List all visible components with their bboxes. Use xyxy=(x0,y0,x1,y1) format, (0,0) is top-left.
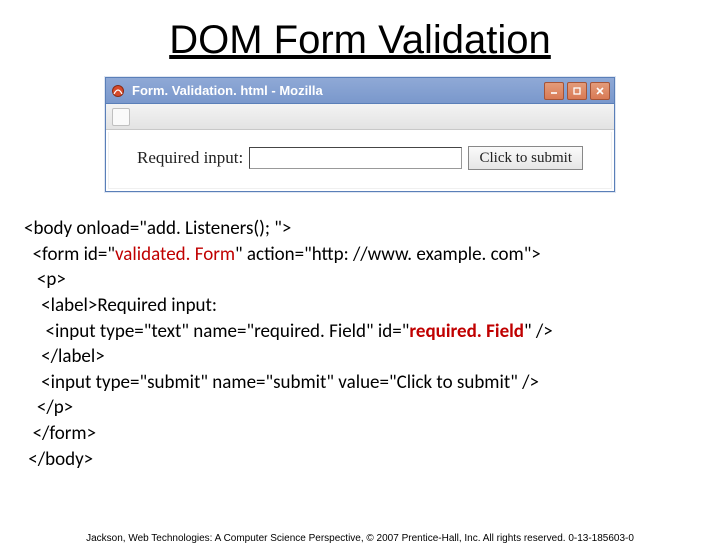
code-line: <label>Required input: xyxy=(24,294,217,317)
input-label: Required input: xyxy=(137,148,243,168)
required-field-input[interactable] xyxy=(249,147,462,169)
code-line: </label> xyxy=(24,345,105,368)
code-line: <input type="submit" name="submit" value… xyxy=(24,371,539,394)
footer-citation: Jackson, Web Technologies: A Computer Sc… xyxy=(0,533,720,544)
code-snippet: <body onload="add. Listeners(); "> <form… xyxy=(24,216,696,472)
mozilla-icon xyxy=(110,83,126,99)
code-line: </body> xyxy=(24,448,93,471)
close-button[interactable] xyxy=(590,82,610,100)
code-line: <form id=" xyxy=(24,243,115,266)
code-line: " /> xyxy=(524,320,553,343)
window-title: Form. Validation. html - Mozilla xyxy=(132,83,544,98)
code-line: " action="http: //www. example. com"> xyxy=(235,243,541,266)
code-line: </p> xyxy=(24,396,73,419)
code-line: <body onload="add. Listeners(); "> xyxy=(24,217,291,240)
code-line: <p> xyxy=(24,268,66,291)
code-line: <input type="text" name="required. Field… xyxy=(24,320,409,343)
browser-window: Form. Validation. html - Mozilla Require… xyxy=(105,77,615,192)
submit-button[interactable]: Click to submit xyxy=(468,146,583,170)
code-highlight: validated. Form xyxy=(115,243,235,266)
toolbar-doc-icon[interactable] xyxy=(112,108,130,126)
window-buttons xyxy=(544,82,610,100)
code-line: </form> xyxy=(24,422,96,445)
code-highlight: required. Field xyxy=(409,320,524,343)
titlebar: Form. Validation. html - Mozilla xyxy=(106,78,614,104)
toolbar xyxy=(106,104,614,130)
maximize-button[interactable] xyxy=(567,82,587,100)
page-content: Required input: Click to submit xyxy=(108,132,612,189)
minimize-button[interactable] xyxy=(544,82,564,100)
slide-title: DOM Form Validation xyxy=(0,18,720,63)
